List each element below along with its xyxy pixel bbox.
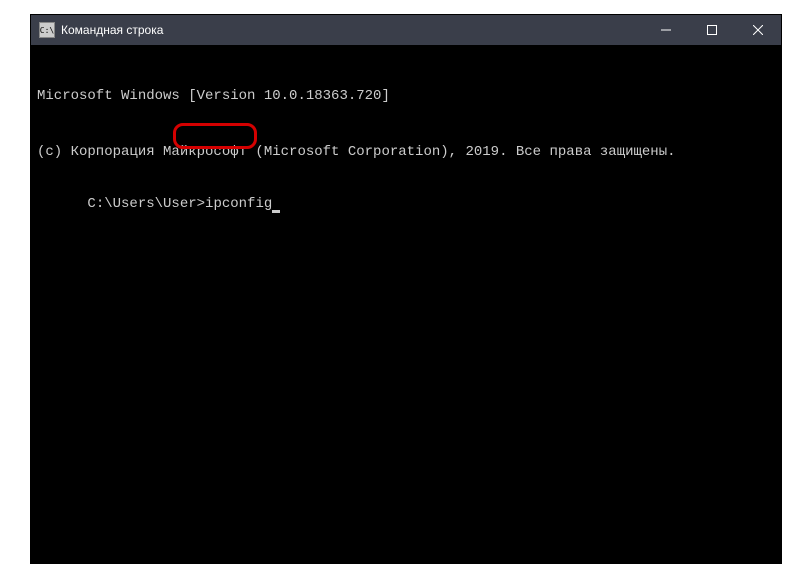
terminal-body[interactable]: Microsoft Windows [Version 10.0.18363.72… xyxy=(31,45,781,563)
maximize-icon xyxy=(707,25,717,35)
app-icon: C:\ xyxy=(39,22,55,38)
minimize-icon xyxy=(661,25,671,35)
window-frame: C:\ Командная строка xyxy=(30,14,782,564)
command-prompt-window: C:\ Командная строка xyxy=(31,15,781,563)
window-title: Командная строка xyxy=(61,23,643,37)
titlebar[interactable]: C:\ Командная строка xyxy=(31,15,781,45)
prompt-text: C:\Users\User> xyxy=(87,196,205,212)
copyright-line: (c) Корпорация Майкрософт (Microsoft Cor… xyxy=(37,143,775,162)
prompt-line: C:\Users\User>ipconfig xyxy=(87,195,280,214)
command-text: ipconfig xyxy=(205,196,272,212)
cursor xyxy=(272,210,280,213)
maximize-button[interactable] xyxy=(689,15,735,45)
version-line: Microsoft Windows [Version 10.0.18363.72… xyxy=(37,87,775,106)
window-controls xyxy=(643,15,781,45)
close-button[interactable] xyxy=(735,15,781,45)
app-icon-label: C:\ xyxy=(40,26,54,35)
close-icon xyxy=(753,25,763,35)
minimize-button[interactable] xyxy=(643,15,689,45)
